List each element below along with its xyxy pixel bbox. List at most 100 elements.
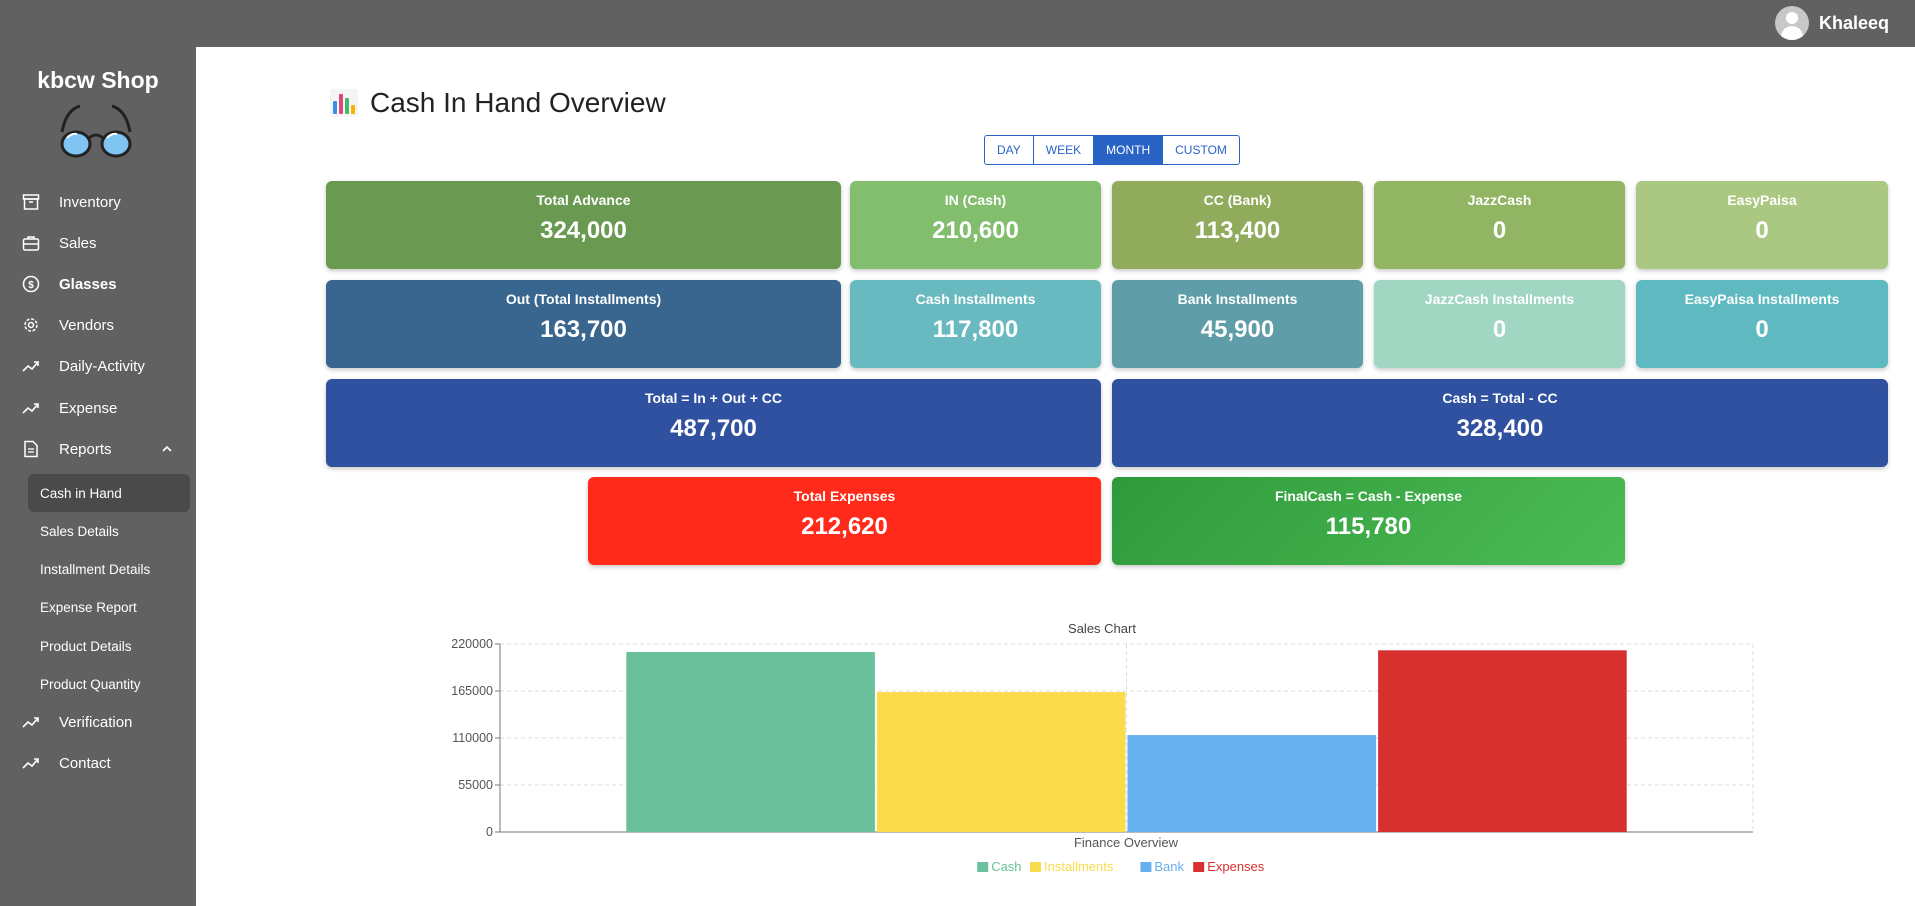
document-icon bbox=[24, 440, 38, 458]
svg-text:$: $ bbox=[28, 280, 34, 291]
card-easypaisa: EasyPaisa 0 bbox=[1636, 181, 1888, 269]
card-jazzcash: JazzCash 0 bbox=[1374, 181, 1625, 269]
sidebar-item-label: Vendors bbox=[59, 317, 115, 334]
card-cash: Cash = Total - CC 328,400 bbox=[1112, 379, 1888, 467]
bar-installments[interactable] bbox=[876, 692, 1126, 832]
card-value: 115,780 bbox=[1325, 513, 1412, 540]
period-day-button[interactable]: DAY bbox=[985, 136, 1034, 164]
card-value: 163,700 bbox=[540, 316, 627, 343]
sidebar-item-label: Reports bbox=[59, 441, 112, 458]
avatar[interactable] bbox=[1774, 6, 1809, 40]
card-bank-installments: Bank Installments 45,900 bbox=[1112, 280, 1363, 368]
period-toggle: DAY WEEK MONTH CUSTOM bbox=[984, 135, 1240, 165]
sidebar-item-contact[interactable]: Contact bbox=[0, 746, 196, 780]
sidebar-item-vendors[interactable]: Vendors bbox=[0, 308, 196, 342]
sidebar-subitem-product-quantity[interactable]: Product Quantity bbox=[28, 665, 190, 703]
card-title: EasyPaisa Installments bbox=[1684, 291, 1840, 307]
chart-legend: Cash Installments Bank Expenses bbox=[977, 859, 1265, 874]
sidebar-item-label: Contact bbox=[59, 755, 111, 772]
card-value: 0 bbox=[1755, 316, 1769, 343]
trending-up-icon bbox=[22, 717, 39, 728]
card-out-total-installments: Out (Total Installments) 163,700 bbox=[326, 280, 841, 368]
legend-label-installments[interactable]: Installments bbox=[1044, 859, 1114, 874]
sidebar-item-glasses[interactable]: $ Glasses bbox=[0, 267, 196, 301]
card-easypaisa-installments: EasyPaisa Installments 0 bbox=[1636, 280, 1888, 368]
card-final-cash: FinalCash = Cash - Expense 115,780 bbox=[1112, 477, 1625, 565]
card-value: 0 bbox=[1492, 316, 1507, 343]
sidebar-item-label: Expense bbox=[59, 400, 118, 417]
card-title: Total Advance bbox=[536, 192, 631, 208]
legend-swatch-cash bbox=[977, 862, 989, 872]
period-week-button[interactable]: WEEK bbox=[1034, 136, 1095, 164]
user-name[interactable]: Khaleeq bbox=[1819, 13, 1889, 34]
card-in-cash: IN (Cash) 210,600 bbox=[850, 181, 1101, 269]
sidebar: kbcw Shop Inventory Sales $ Glasses Vend… bbox=[0, 47, 196, 906]
card-title: IN (Cash) bbox=[944, 192, 1007, 208]
period-month-button[interactable]: MONTH bbox=[1094, 136, 1164, 164]
card-title: JazzCash Installments bbox=[1424, 291, 1575, 307]
card-total-advance: Total Advance 324,000 bbox=[326, 181, 841, 269]
card-value: 113,400 bbox=[1194, 217, 1281, 244]
sales-chart: Sales Chart 220000 165000 110000 55000 0 Fin… bbox=[451, 621, 1754, 874]
card-title: Cash Installments bbox=[915, 291, 1036, 307]
card-value: 45,900 bbox=[1200, 316, 1275, 343]
sidebar-item-inventory[interactable]: Inventory bbox=[0, 185, 196, 219]
legend-label-expenses[interactable]: Expenses bbox=[1207, 859, 1265, 874]
sidebar-subitem-installment-details[interactable]: Installment Details bbox=[28, 550, 190, 588]
gear-icon bbox=[24, 318, 38, 332]
bar-chart-icon bbox=[330, 89, 358, 117]
legend-swatch-installments bbox=[1030, 862, 1041, 872]
card-value: 0 bbox=[1755, 217, 1769, 244]
sidebar-item-label: Glasses bbox=[59, 276, 117, 293]
sidebar-item-daily-activity[interactable]: Daily-Activity bbox=[0, 349, 196, 383]
card-cash-installments: Cash Installments 117,800 bbox=[850, 280, 1101, 368]
period-custom-button[interactable]: CUSTOM bbox=[1163, 136, 1239, 164]
briefcase-icon bbox=[22, 236, 40, 251]
trending-up-icon bbox=[22, 758, 39, 769]
y-tick-label: 0 bbox=[486, 825, 493, 839]
card-total: Total = In + Out + CC 487,700 bbox=[326, 379, 1101, 467]
user-menu[interactable]: Khaleeq bbox=[1774, 6, 1889, 40]
card-title: EasyPaisa bbox=[1727, 192, 1797, 208]
sidebar-item-sales[interactable]: Sales bbox=[0, 226, 196, 260]
sidebar-subitem-sales-details[interactable]: Sales Details bbox=[28, 512, 190, 550]
card-title: Cash = Total - CC bbox=[1442, 390, 1558, 406]
legend-swatch-expenses bbox=[1193, 862, 1205, 872]
card-total-expenses: Total Expenses 212,620 bbox=[588, 477, 1101, 565]
card-title: Bank Installments bbox=[1177, 291, 1298, 307]
bar-expenses[interactable] bbox=[1378, 650, 1627, 832]
legend-swatch-bank bbox=[1140, 862, 1152, 872]
card-cc-bank: CC (Bank) 113,400 bbox=[1112, 181, 1363, 269]
card-value: 117,800 bbox=[932, 316, 1019, 343]
sidebar-item-label: Inventory bbox=[59, 194, 121, 211]
card-value: 212,620 bbox=[801, 513, 888, 540]
card-title: Total = In + Out + CC bbox=[644, 390, 783, 406]
card-value: 324,000 bbox=[540, 217, 627, 244]
chart-title: Sales Chart bbox=[1068, 621, 1136, 636]
sidebar-item-expense[interactable]: Expense bbox=[0, 391, 196, 425]
card-jazzcash-installments: JazzCash Installments 0 bbox=[1374, 280, 1625, 368]
bar-cash[interactable] bbox=[626, 652, 875, 832]
sidebar-item-label: Verification bbox=[59, 714, 133, 731]
card-value: 210,600 bbox=[932, 217, 1019, 244]
bar-bank[interactable] bbox=[1127, 735, 1377, 832]
sidebar-item-reports[interactable]: Reports bbox=[0, 432, 196, 466]
sidebar-subitem-product-details[interactable]: Product Details bbox=[28, 627, 190, 665]
sidebar-subitem-cash-in-hand[interactable]: Cash in Hand bbox=[28, 474, 190, 512]
card-title: Out (Total Installments) bbox=[505, 291, 662, 307]
chart-bars bbox=[626, 650, 1627, 832]
card-title: JazzCash bbox=[1467, 192, 1532, 208]
sidebar-subitem-expense-report[interactable]: Expense Report bbox=[28, 588, 190, 626]
y-tick-label: 220000 bbox=[451, 637, 493, 651]
card-title: CC (Bank) bbox=[1203, 192, 1272, 208]
archive-icon bbox=[22, 194, 40, 210]
legend-label-cash[interactable]: Cash bbox=[991, 859, 1021, 874]
card-value: 487,700 bbox=[670, 415, 757, 442]
trending-up-icon bbox=[22, 403, 39, 414]
card-value: 328,400 bbox=[1456, 415, 1544, 442]
chart-x-label: Finance Overview bbox=[1074, 835, 1179, 850]
sidebar-item-verification[interactable]: Verification bbox=[0, 705, 196, 739]
y-tick-label: 110000 bbox=[452, 731, 493, 745]
legend-label-bank[interactable]: Bank bbox=[1154, 859, 1184, 874]
chevron-up-icon[interactable] bbox=[162, 444, 172, 454]
